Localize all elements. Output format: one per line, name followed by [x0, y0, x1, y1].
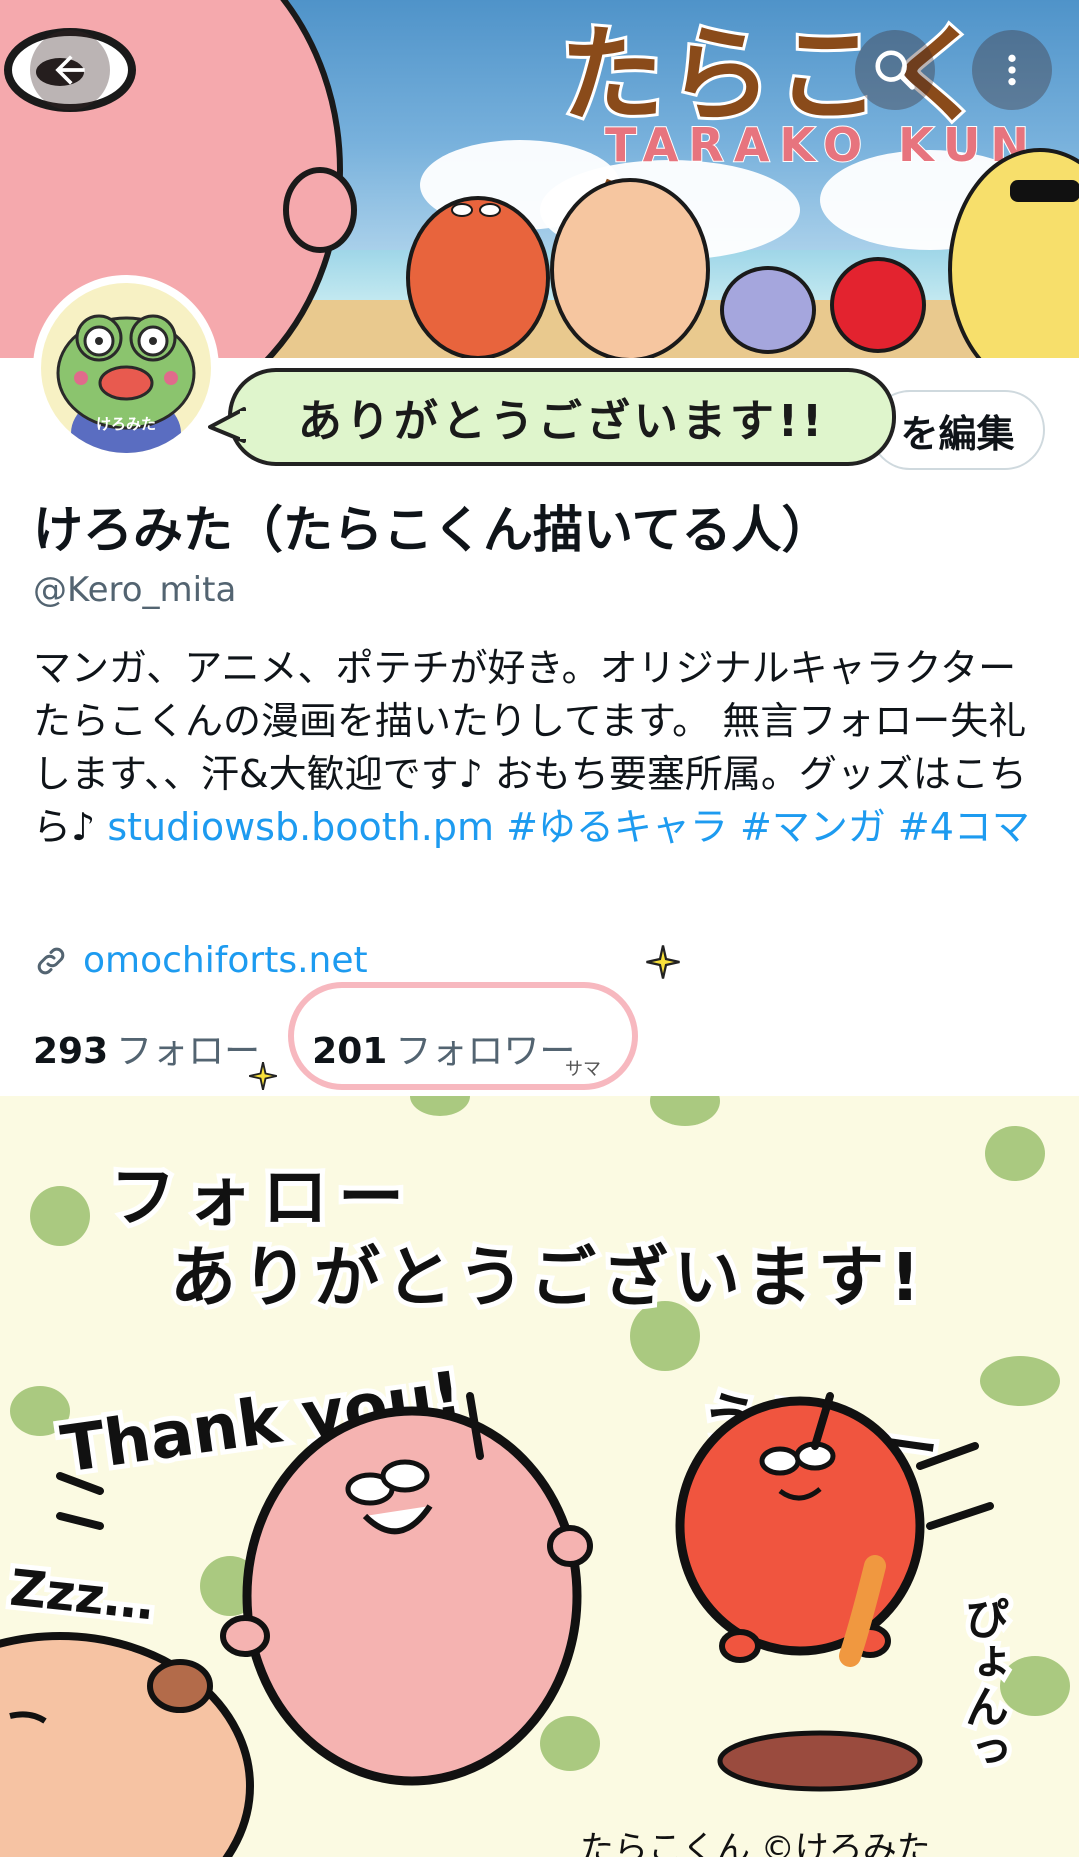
website-link[interactable]: omochiforts.net [83, 940, 368, 981]
illustration-characters [0, 1392, 994, 1857]
more-vertical-icon [1008, 54, 1016, 86]
beige-character [550, 178, 710, 358]
overlay-speech-bubble: ありがとうございます!! [228, 368, 896, 466]
link-icon [37, 947, 65, 974]
following-stat[interactable]: 293 フォロー [33, 1022, 260, 1074]
handle: @Kero_mita [33, 570, 237, 610]
thank-you-illustration: フォロー ありがとうございます! Thank you! うれしー Zzz… ぴょ… [0, 1096, 1079, 1857]
display-name: けろみた（たらこくん描いてる人） [33, 501, 832, 559]
illustration-credit: たらこくん ©けろみた [580, 1821, 931, 1857]
sama-note: サマ [565, 1059, 601, 1080]
sleeping-character [0, 1632, 254, 1857]
avatar[interactable]: けろみた [33, 275, 219, 461]
yellow-character [948, 148, 1079, 358]
pink-character [220, 1406, 593, 1786]
avatar-label: けろみた [95, 415, 156, 433]
more-button[interactable] [972, 30, 1052, 110]
sparkle-icon [646, 945, 680, 979]
bio: マンガ、アニメ、ポテチが好き。オリジナルキャラクターたらこくんの漫画を描いたりし… [33, 642, 1043, 854]
edit-profile-button[interactable]: を編集 [870, 390, 1045, 470]
search-button[interactable] [855, 30, 935, 110]
back-button[interactable] [30, 30, 110, 110]
orange-character [406, 196, 550, 358]
purple-character [720, 266, 816, 354]
jump-shadow [717, 1730, 923, 1792]
red-character [675, 1396, 925, 1667]
bio-link[interactable]: studiowsb.booth.pm [107, 805, 494, 849]
search-icon [875, 50, 915, 90]
website-row[interactable]: omochiforts.net [33, 940, 368, 981]
avatar-image: けろみた [41, 283, 211, 453]
following-count: 293 [33, 1031, 109, 1072]
speech-bubble-tail [208, 407, 248, 443]
red-character [830, 257, 926, 353]
bio-hashtags[interactable]: #ゆるキャラ #マンガ #4コマ [506, 805, 1030, 849]
following-label: フォロー [116, 1031, 261, 1072]
sparkle-icon [249, 1062, 277, 1090]
arrow-left-icon [55, 55, 85, 85]
